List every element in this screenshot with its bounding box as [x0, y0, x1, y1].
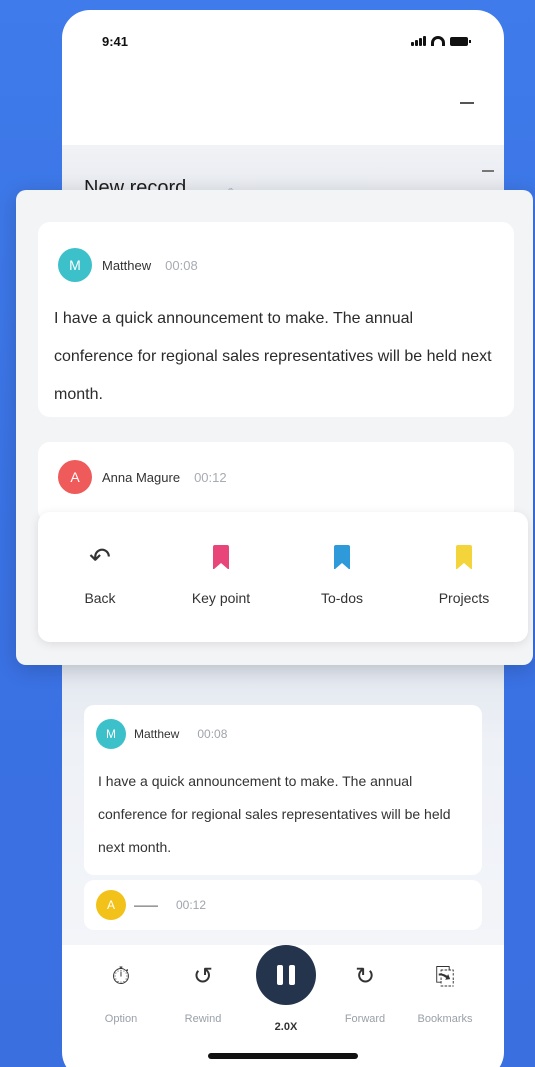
collapse-icon[interactable] [482, 170, 494, 172]
avatar: M [96, 719, 126, 749]
avatar: A [96, 890, 126, 920]
back-action[interactable]: ↶ Back [50, 540, 150, 607]
action-label: To-dos [320, 590, 364, 606]
speaker-name: Matthew [134, 727, 180, 741]
bookmark-icon [213, 545, 229, 570]
message-card[interactable]: A Anna Magure 00:12 [38, 442, 514, 522]
message-text: I have a quick announcement to make. The… [54, 310, 492, 403]
avatar: M [58, 248, 92, 282]
menu-icon[interactable] [460, 102, 474, 104]
message-header: A Anna Magure 00:12 [58, 460, 227, 494]
bookmark-list-icon: ⎘ [435, 963, 455, 990]
rewind-label: Rewind [184, 1013, 222, 1025]
message-header: A —— 00:12 [96, 890, 206, 920]
speaker-name: —— [134, 898, 158, 912]
message-time: 00:12 [176, 898, 207, 912]
bookmark-icon [456, 545, 472, 570]
speaker-name: Matthew [102, 257, 152, 273]
signal-icon [411, 36, 426, 46]
rewind-button[interactable]: ↺ Rewind [168, 955, 238, 1025]
option-button[interactable]: ⏱ Option [86, 955, 156, 1025]
wifi-icon [431, 36, 445, 46]
avatar: A [58, 460, 92, 494]
player-bar: ⏱ Option ↺ Rewind 2.0X ↻ Forward ⎘ Bookm… [62, 945, 504, 1045]
message-header: M Matthew 00:08 [96, 719, 227, 749]
message-card[interactable]: A —— 00:12 [84, 880, 482, 930]
forward-icon: ↻ [354, 963, 376, 990]
pause-icon [277, 965, 283, 985]
clock-icon: ⏱ [111, 963, 131, 990]
message-card[interactable]: M Matthew 00:08 I have a quick announcem… [38, 222, 514, 417]
action-label: Back [84, 590, 116, 606]
message-time: 00:08 [197, 727, 228, 741]
speaker-name: Anna Magure [102, 469, 181, 485]
bookmark-icon [334, 545, 350, 570]
battery-icon [450, 37, 471, 46]
bookmarks-button[interactable]: ⎘ Bookmarks [410, 955, 480, 1025]
projects-action[interactable]: Projects [414, 540, 514, 606]
status-time: 9:41 [102, 34, 129, 49]
pause-button[interactable] [256, 945, 316, 1005]
action-label: Key point [191, 590, 251, 606]
bookmark-action-bar: ↶ Back Key point To-dos Projects [38, 512, 528, 642]
forward-button[interactable]: ↻ Forward [330, 955, 400, 1025]
rewind-icon: ↺ [192, 963, 214, 990]
speed-label[interactable]: 2.0X [256, 1021, 316, 1033]
message-text: I have a quick announcement to make. The… [98, 773, 451, 855]
undo-icon: ↶ [89, 541, 111, 572]
status-icons [411, 36, 471, 46]
option-label: Option [104, 1013, 138, 1025]
transcript-list: M Matthew 00:08 I have a quick announcem… [62, 650, 504, 950]
to-dos-action[interactable]: To-dos [292, 540, 392, 606]
message-time: 00:12 [194, 469, 227, 485]
message-card[interactable]: M Matthew 00:08 I have a quick announcem… [84, 705, 482, 875]
home-indicator [208, 1053, 358, 1059]
status-bar: 9:41 [62, 10, 504, 80]
key-point-action[interactable]: Key point [171, 540, 271, 606]
bookmarks-label: Bookmarks [417, 1013, 473, 1025]
forward-label: Forward [344, 1013, 386, 1025]
message-header: M Matthew 00:08 [58, 248, 198, 282]
bookmark-overlay: M Matthew 00:08 I have a quick announcem… [16, 190, 533, 665]
action-label: Projects [438, 590, 490, 606]
message-time: 00:08 [165, 257, 198, 273]
